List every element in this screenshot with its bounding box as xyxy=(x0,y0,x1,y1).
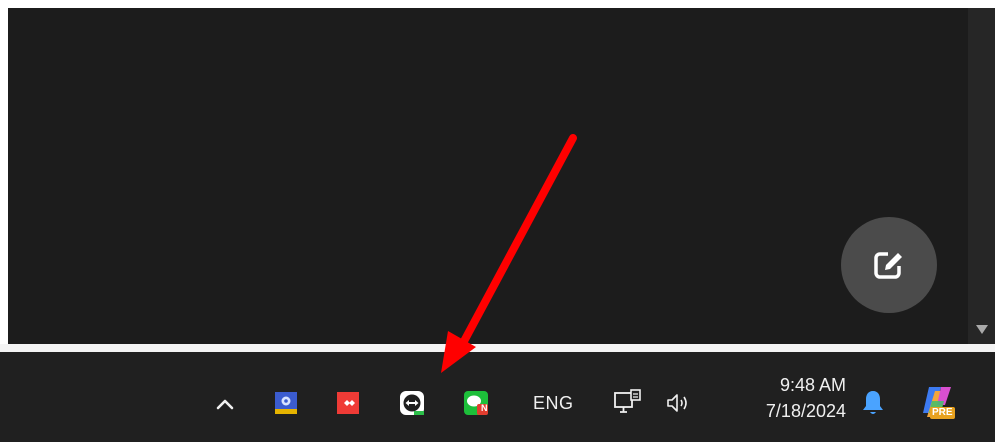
vertical-scrollbar[interactable] xyxy=(968,8,995,344)
clock-time: 9:48 AM xyxy=(779,375,846,395)
copilot-button[interactable]: PRE xyxy=(918,382,958,422)
window-bottom-border xyxy=(0,344,995,352)
anydesk-icon xyxy=(337,392,359,414)
tray-app-settings[interactable] xyxy=(272,389,300,417)
clock-button[interactable]: 9:48 AM 7/18/2024 xyxy=(728,372,846,424)
speaker-volume-icon xyxy=(667,394,687,412)
clock-date: 7/18/2024 xyxy=(765,401,846,421)
notifications-button[interactable] xyxy=(858,387,888,419)
tray-app-teamviewer[interactable] xyxy=(397,388,427,418)
scroll-down-arrow-icon[interactable] xyxy=(976,325,988,334)
chevron-up-icon xyxy=(216,399,234,410)
app-window-content xyxy=(8,8,968,344)
edit-icon xyxy=(874,250,904,279)
network-wired-icon xyxy=(614,389,641,413)
tray-app-anydesk[interactable] xyxy=(334,389,362,417)
taskbar: N ENG 9:48 AM 7/18/2024 PRE xyxy=(0,352,995,442)
tray-app-line[interactable]: N xyxy=(461,388,491,418)
copilot-pre-badge: PRE xyxy=(930,407,955,419)
show-hidden-icons-button[interactable] xyxy=(212,391,238,417)
input-language-indicator[interactable]: ENG xyxy=(533,393,574,414)
network-status-button[interactable] xyxy=(612,388,644,418)
bell-icon xyxy=(863,391,883,414)
volume-button[interactable] xyxy=(664,390,694,416)
settings-app-icon xyxy=(275,392,297,414)
line-badge-text: N xyxy=(481,403,488,413)
teamviewer-icon xyxy=(400,391,424,415)
compose-button[interactable] xyxy=(841,217,937,313)
